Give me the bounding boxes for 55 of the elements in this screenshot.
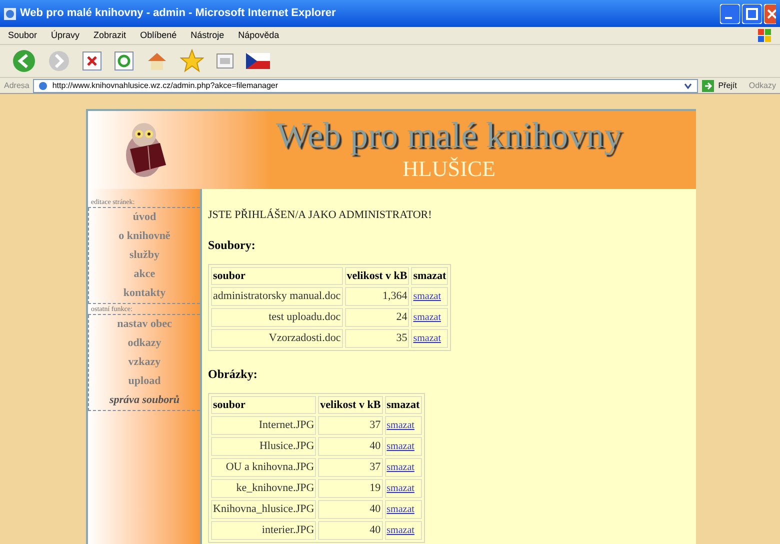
file-name-cell: Internet.JPG [211,416,316,434]
page-icon [38,80,48,90]
minimize-icon[interactable] [720,4,740,24]
file-size-cell: 37 [318,458,383,476]
close-icon[interactable] [764,4,776,24]
menu-item[interactable]: Zobrazit [94,28,126,42]
file-name-cell: ke_knihovne.JPG [211,478,316,498]
menu-item[interactable]: Úpravy [51,28,80,42]
stop-icon[interactable] [82,51,102,71]
browser-icon [4,8,16,20]
refresh-icon[interactable] [114,51,134,71]
home-icon[interactable] [146,50,168,72]
column-header: velikost v kB [344,266,410,284]
file-size-cell: 24 [344,308,410,326]
file-size-cell: 19 [318,478,383,498]
czech-flag-icon[interactable] [246,53,270,69]
media-icon[interactable] [216,52,234,70]
menu-item[interactable]: Nástroje [190,28,224,42]
column-header: velikost v kB [318,396,383,414]
site-title: Web pro malé knihovny [276,115,622,155]
file-name-cell: Hlusice.JPG [211,436,316,456]
windows-flag-icon [758,28,772,42]
go-button[interactable]: Přejít [702,80,737,92]
column-header: soubor [211,266,343,284]
file-name-cell: interier.JPG [211,520,316,540]
file-name-cell: Vzorzadosti.doc [211,328,343,348]
star-icon[interactable] [180,49,204,73]
file-name-cell: test uploadu.doc [211,308,343,326]
sidebar-link[interactable]: správa souborů [110,391,180,410]
dropdown-icon[interactable] [683,80,694,90]
section-heading: Obrázky: [208,366,258,382]
file-name-cell: Knihovna_hlusice.JPG [211,500,316,518]
site-subtitle: HLUŠICE [402,155,496,183]
section-heading: Soubory: [208,236,256,254]
maximize-icon[interactable] [742,4,762,24]
menu-item[interactable]: Soubor [8,28,38,42]
file-name-cell: OU a knihovna.JPG [211,458,316,476]
menu-item[interactable]: Nápověda [238,28,280,42]
column-header: smazat [411,266,448,284]
file-size-cell: 37 [318,416,383,434]
file-name-cell: administratorsky manual.doc [211,286,343,306]
file-size-cell: 40 [318,520,383,540]
menu-item[interactable]: Oblíbené [140,28,177,42]
arrow-icon [702,80,714,92]
address-label: Adresa [4,80,30,92]
file-size-cell: 1,364 [344,286,410,306]
column-header: smazat [384,396,422,414]
window-title: Web pro malé knihovny - admin - Microsoft Internet Explorer [20,6,336,22]
login-notice: JSTE PŘIHLÁŠEN/A JAKO ADMINISTRATOR! [208,208,433,223]
file-size-cell: 40 [318,500,383,518]
file-size-cell: 35 [344,328,410,348]
file-size-cell: 40 [318,436,383,456]
back-icon[interactable] [12,49,36,73]
address-field[interactable]: http://www.knihovnahlusice.wz.cz/admin.php?akce=filemanager [33,78,698,92]
column-header: soubor [211,396,316,414]
